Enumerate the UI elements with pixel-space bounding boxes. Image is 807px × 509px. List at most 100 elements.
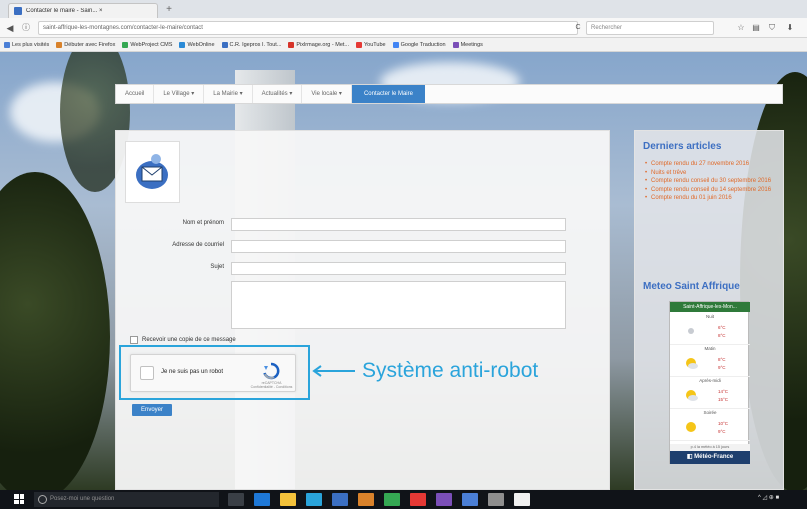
site-logo xyxy=(125,141,180,203)
taskbar-app-icon[interactable] xyxy=(306,493,322,506)
taskbar-search[interactable]: Posez-moi une question xyxy=(34,492,219,507)
tab-title: Contacter le maire - Sain... × xyxy=(26,8,103,14)
menu-item[interactable]: Le Village ▾ xyxy=(154,85,205,103)
taskbar-app-icon[interactable] xyxy=(488,493,504,506)
bookmark-icon xyxy=(288,41,295,48)
menu-item[interactable]: Contacter le Maire xyxy=(351,85,425,103)
email-input[interactable] xyxy=(231,240,566,253)
message-textarea[interactable] xyxy=(231,281,566,329)
bookmark-item[interactable]: Meetings xyxy=(452,41,483,48)
send-button[interactable]: Envoyer xyxy=(132,404,172,416)
meteo-temp-max: 9°C xyxy=(718,365,726,370)
bookmark-item[interactable]: WebOnline xyxy=(179,41,215,48)
new-tab-button[interactable]: + xyxy=(162,4,176,16)
name-label: Nom et prénom xyxy=(182,220,224,226)
taskbar-app-icon[interactable] xyxy=(462,493,478,506)
name-input[interactable] xyxy=(231,218,566,231)
taskbar-app-icon[interactable] xyxy=(332,493,348,506)
bookmark-label: WebOnline xyxy=(187,41,215,48)
bookmark-item[interactable]: Pixlrmage.org - Met... xyxy=(288,41,349,48)
library-icon[interactable]: ▤ xyxy=(750,22,762,34)
browser-nav-bar: ◀ ⓘ saint-affrique-les-montagnes.com/con… xyxy=(0,18,807,38)
bookmark-item[interactable]: Débuter avec Firefox xyxy=(56,41,116,48)
contact-form-panel: Nom et prénom Adresse de courriel Sujet … xyxy=(115,130,610,490)
bookmark-icon xyxy=(122,41,129,48)
shield-icon[interactable]: ⛉ xyxy=(766,22,778,34)
download-icon[interactable]: ⬇ xyxy=(784,22,796,34)
meteo-period-label: Soirée xyxy=(703,410,717,415)
menu-item[interactable]: La Mairie ▾ xyxy=(204,85,253,103)
meteo-brand-label: Météo-France xyxy=(694,454,734,460)
meteo-period-label: Nuit xyxy=(705,314,714,319)
name-row: Nom et prénom xyxy=(116,218,611,234)
recaptcha-checkbox[interactable] xyxy=(140,366,154,380)
article-link[interactable]: Compte rendu du 01 juin 2016 xyxy=(645,195,775,203)
taskbar-app-icon[interactable] xyxy=(384,493,400,506)
copy-checkbox[interactable] xyxy=(130,336,138,344)
subject-input[interactable] xyxy=(231,262,566,275)
windows-start-icon[interactable] xyxy=(14,494,24,504)
menu-item[interactable]: Actualités ▾ xyxy=(253,85,303,103)
left-arrow-icon xyxy=(312,365,355,377)
menu-item[interactable]: Accueil xyxy=(116,85,155,103)
browser-search-input[interactable]: Rechercher xyxy=(586,21,714,35)
subject-row: Sujet xyxy=(116,262,611,278)
meteo-period: Matin 8°C 9°C xyxy=(670,345,750,377)
taskbar-search-placeholder: Posez-moi une question xyxy=(50,496,115,502)
bookmark-item[interactable]: Google Traduction xyxy=(392,41,446,48)
article-link[interactable]: Compte rendu conseil du 14 septembre 201… xyxy=(645,187,775,195)
meteo-brand: ◧ Météo-France xyxy=(670,451,750,464)
meteo-temp-min: 6°C xyxy=(718,325,726,330)
taskbar-app-icon[interactable] xyxy=(228,493,244,506)
bookmark-label: Pixlrmage.org - Met... xyxy=(296,41,349,48)
taskbar-app-icon[interactable] xyxy=(254,493,270,506)
bookmark-label: Les plus visités xyxy=(12,41,50,48)
recaptcha-label: Je ne suis pas un robot xyxy=(161,369,224,375)
article-link[interactable]: Nuits et trêve xyxy=(645,170,775,178)
bookmark-icon xyxy=(4,41,10,48)
meteo-temp-min: 14°C xyxy=(718,389,729,394)
bookmark-label: Débuter avec Firefox xyxy=(64,41,116,48)
articles-list: Compte rendu du 27 novembre 2016Nuits et… xyxy=(645,161,775,204)
meteo-footer[interactable]: p.4 la météo à 15 jours xyxy=(670,444,750,451)
site-menu: Accueil Le Village ▾ La Mairie ▾ Actualités… xyxy=(115,84,783,104)
meteo-period-label: Après-midi xyxy=(699,378,721,383)
info-icon[interactable]: ⓘ xyxy=(20,22,32,34)
menu-item[interactable]: Vie locale ▾ xyxy=(302,85,352,103)
meteo-temp-max: 9°C xyxy=(718,429,726,434)
bookmark-item[interactable]: WebProject CMS xyxy=(122,41,172,48)
bookmark-label: Meetings xyxy=(460,41,483,48)
bookmark-item[interactable]: C.R. Igepros I. Tout... xyxy=(221,41,282,48)
taskbar-app-icon[interactable] xyxy=(436,493,452,506)
meteo-widget[interactable]: Saint-Affrique-les-Mon... Nuit 6°C 8°C Mati… xyxy=(669,301,750,464)
article-link[interactable]: Compte rendu conseil du 30 septembre 201… xyxy=(645,178,775,186)
bookmark-label: Google Traduction xyxy=(400,41,446,48)
taskbar-app-icon[interactable] xyxy=(280,493,296,506)
star-icon[interactable]: ☆ xyxy=(735,22,747,34)
sidebar: Derniers articles Compte rendu du 27 nov… xyxy=(634,130,784,490)
taskbar-app-icon[interactable] xyxy=(514,493,530,506)
meteo-heading: Meteo Saint Affrique xyxy=(643,281,740,292)
bookmark-icon xyxy=(179,41,186,48)
taskbar-app-icon[interactable] xyxy=(410,493,426,506)
meteo-temp-min: 8°C xyxy=(718,357,726,362)
back-arrow-icon[interactable]: ◀ xyxy=(4,22,16,34)
reload-icon[interactable]: C xyxy=(572,22,584,34)
taskbar-app-icon[interactable] xyxy=(358,493,374,506)
bookmark-item[interactable]: YouTube xyxy=(356,41,386,48)
meteo-period: Soirée 10°C 9°C xyxy=(670,409,750,441)
bookmark-label: C.R. Igepros I. Tout... xyxy=(229,41,282,48)
meteo-temp-max: 8°C xyxy=(718,333,726,338)
system-tray[interactable]: ^ ◿ ⊕ ■ xyxy=(758,494,779,501)
bookmarks-bar: Les plus visités Débuter avec Firefox WebP… xyxy=(0,38,807,52)
browser-tab[interactable]: Contacter le maire - Sain... × xyxy=(8,3,158,18)
recaptcha-links[interactable]: Confidentialité - Conditions xyxy=(249,385,294,389)
article-link[interactable]: Compte rendu du 27 novembre 2016 xyxy=(645,161,775,169)
address-bar[interactable]: saint-affrique-les-montagnes.com/contact… xyxy=(38,21,578,35)
meteo-temp-min: 10°C xyxy=(718,421,729,426)
bookmark-item[interactable]: Les plus visités xyxy=(4,41,50,48)
email-row: Adresse de courriel xyxy=(116,240,611,256)
latest-articles-heading: Derniers articles xyxy=(643,141,722,152)
annotation-label: Système anti-robot xyxy=(362,359,539,382)
moon-icon xyxy=(688,328,694,334)
